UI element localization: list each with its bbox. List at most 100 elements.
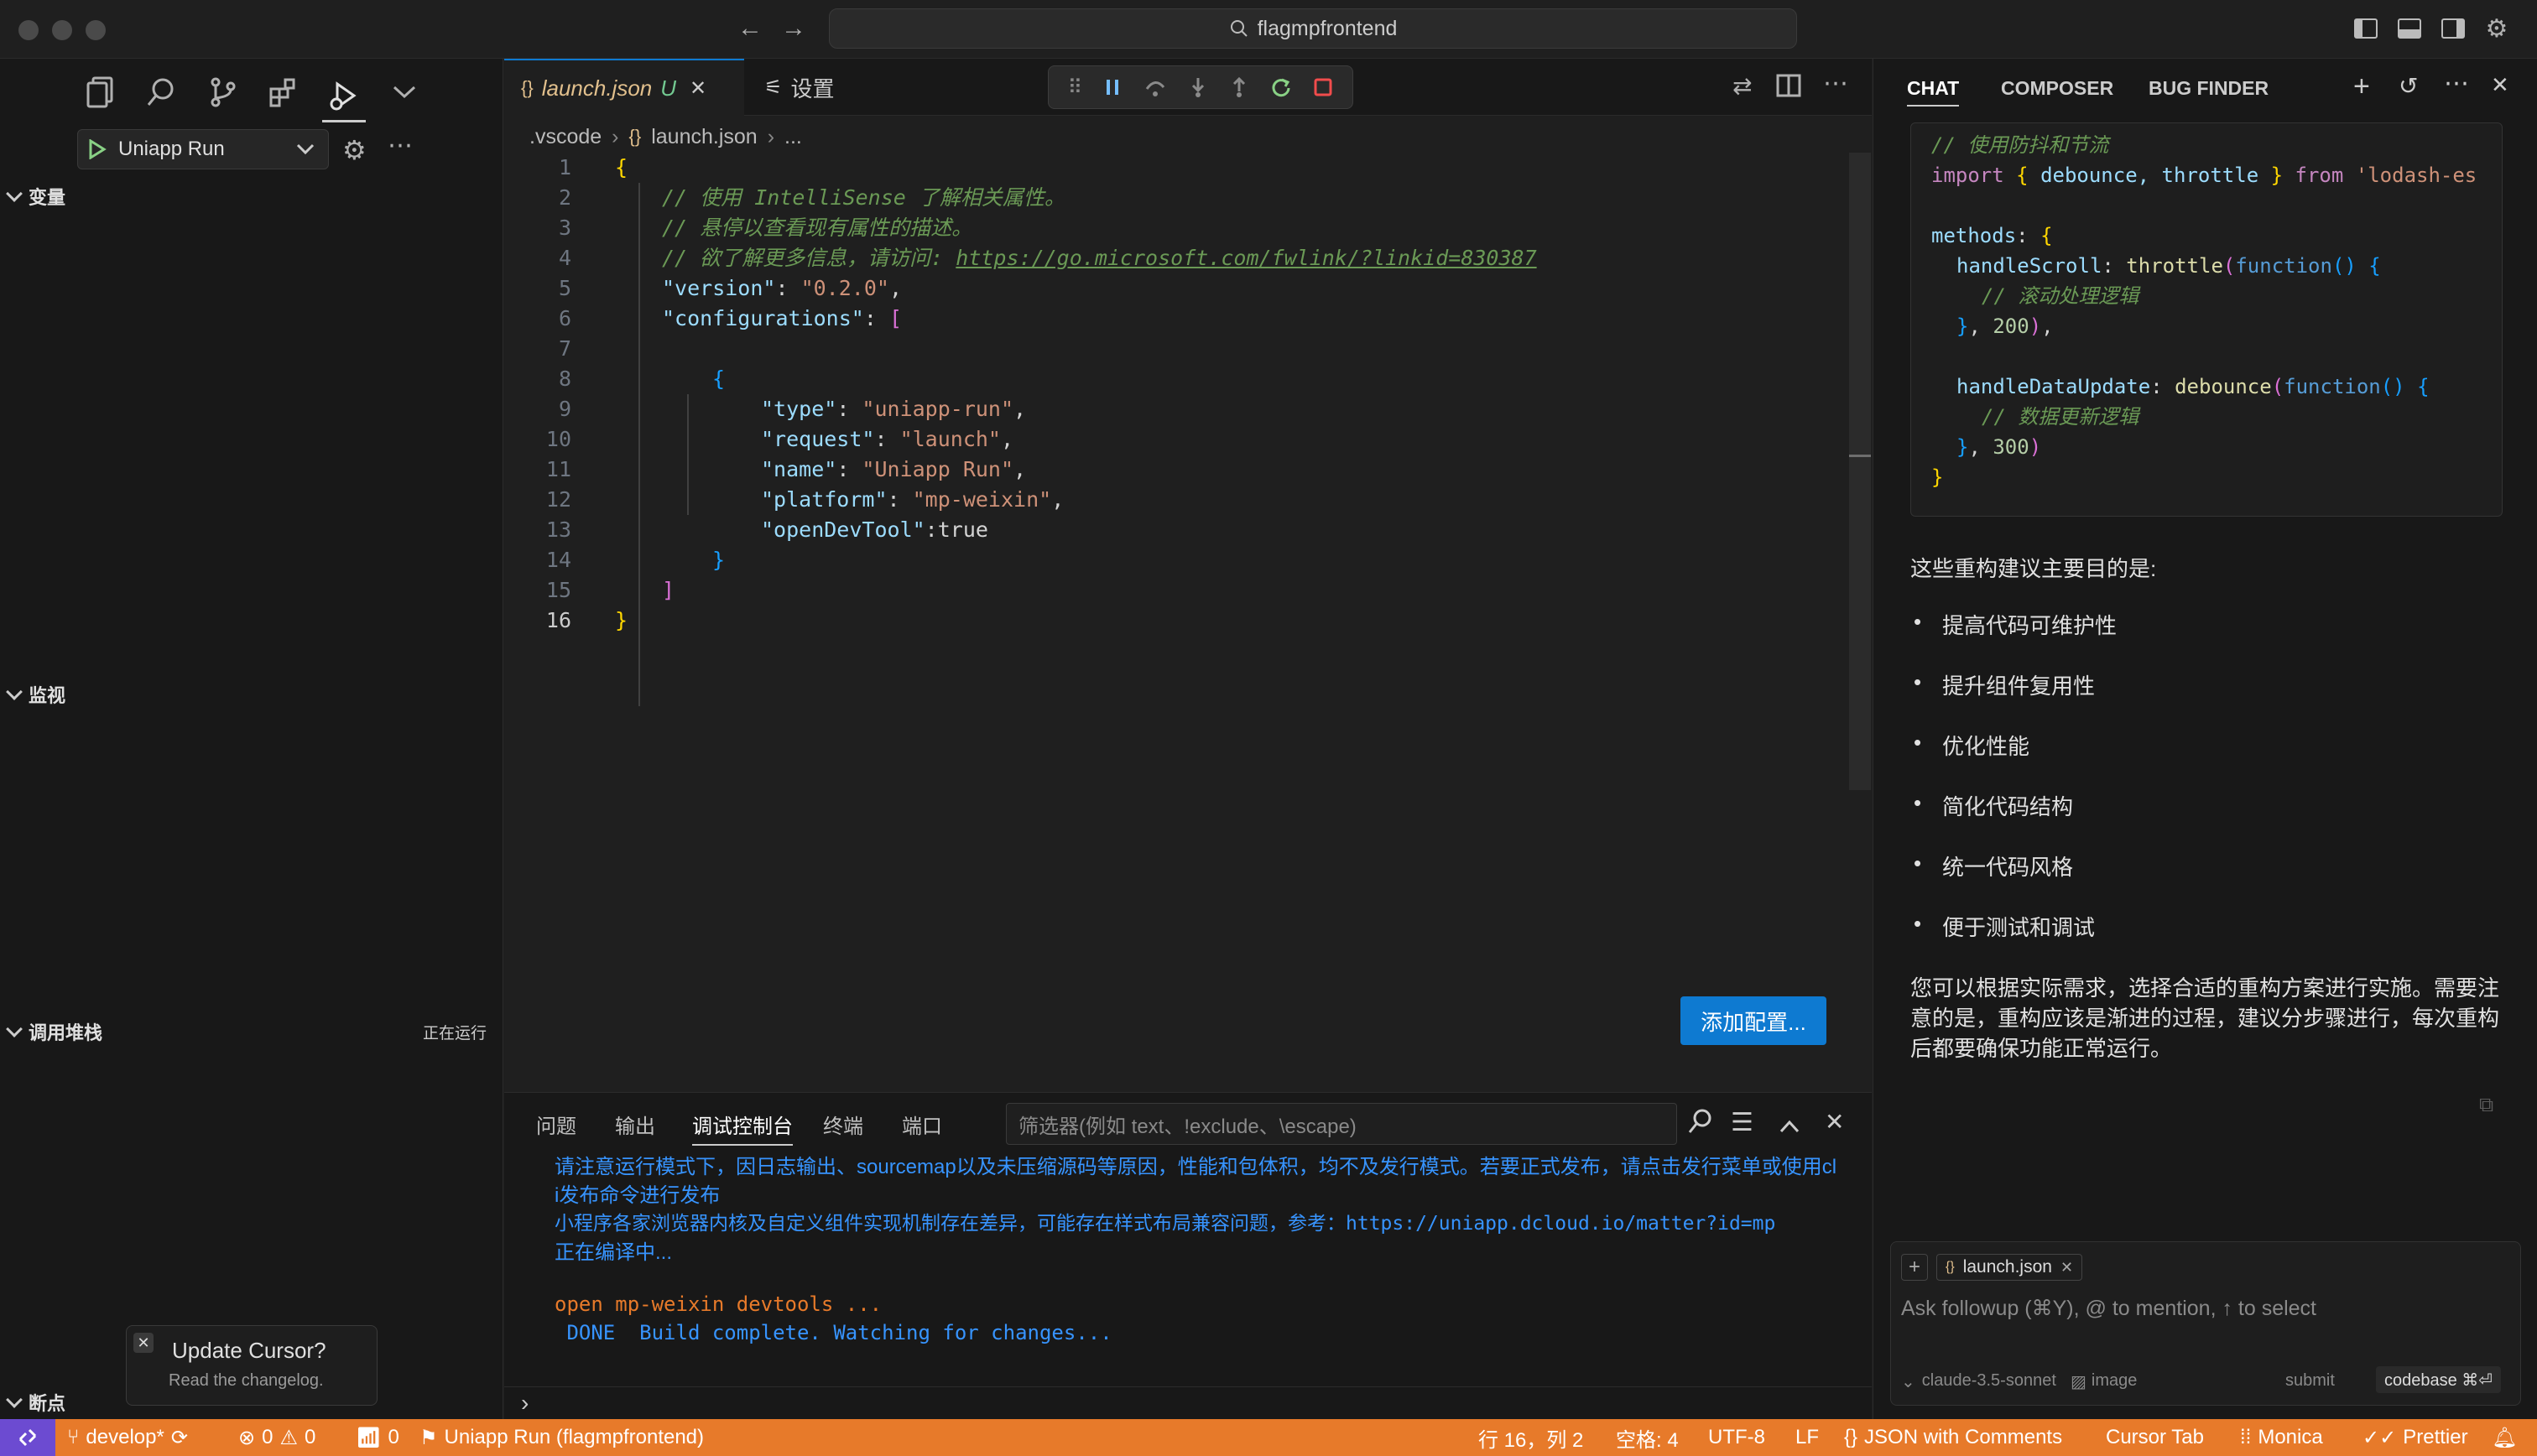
editor-scrollbar[interactable] [1849,153,1871,790]
git-branch-status[interactable]: ⑂ develop* ⟳ [67,1419,188,1456]
more-actions-icon[interactable]: ⋯ [2444,69,2469,98]
indentation-status[interactable]: 空格: 4 [1616,1419,1679,1456]
clear-console-icon[interactable]: ☰ [1731,1108,1753,1137]
tab-bug-finder[interactable]: BUG FINDER [2149,77,2269,100]
console-prompt-chevron-icon[interactable]: › [521,1390,529,1417]
history-icon[interactable]: ↺ [2399,72,2418,100]
add-configuration-button[interactable]: 添加配置... [1680,996,1826,1045]
breakpoints-section-header[interactable]: 断点 [6,1389,65,1416]
source-control-icon[interactable] [201,70,245,114]
compare-changes-icon[interactable]: ⇄ [1732,72,1752,100]
toggle-secondary-sidebar-icon[interactable] [2438,13,2468,44]
variables-section-header[interactable]: 变量 [6,183,65,210]
update-cursor-toast[interactable]: ✕ Update Cursor? Read the changelog. [126,1325,378,1406]
tab-output[interactable]: 输出 [615,1110,655,1139]
back-arrow-icon[interactable]: ← [735,13,765,44]
tab-settings[interactable]: ⚟ 设置 [748,59,852,116]
chevron-right-icon: › [767,124,775,148]
stop-icon[interactable] [1313,77,1333,97]
restart-icon[interactable] [1270,76,1292,98]
untracked-badge: U [660,75,677,101]
step-into-icon[interactable] [1188,76,1208,98]
monica-status[interactable]: ⁞⁞ Monica [2240,1419,2323,1456]
settings-gear-icon[interactable]: ⚙ [2482,13,2512,44]
tab-ports[interactable]: 端口 [902,1110,942,1139]
prettier-status[interactable]: ✓✓ Prettier [2362,1419,2468,1456]
gear-icon[interactable]: ⚙ [342,134,367,166]
ai-chat-panel: CHAT COMPOSER BUG FINDER + ↺ ⋯ ✕ // 使用防抖… [1873,59,2537,1419]
run-configuration-select[interactable]: Uniapp Run [77,129,329,169]
title-bar: ← → flagmpfrontend ⚙ [0,0,2537,59]
model-selector[interactable]: ⌄ claude-3.5-sonnet [1901,1371,2056,1392]
console-line: open mp-weixin devtools ... [555,1292,883,1316]
minimize-window-button[interactable] [52,20,72,40]
search-icon[interactable] [139,70,183,114]
drag-handle-icon[interactable]: ⠿ [1068,75,1083,100]
explorer-icon[interactable] [79,70,122,114]
pause-icon[interactable] [1103,77,1122,97]
docs-link[interactable]: https://go.microsoft.com/fwlink/?linkid=… [956,246,1536,270]
step-out-icon[interactable] [1229,76,1249,98]
more-actions-icon[interactable]: ⋯ [388,131,413,160]
submit-button[interactable]: submit [2285,1371,2335,1391]
chat-conclusion-line: 您可以根据实际需求，选择合适的重构方案进行实施。需要注 [1910,975,2500,1001]
cursor-tab-status[interactable]: Cursor Tab [2106,1419,2204,1456]
context-chip[interactable]: {} launch.json ✕ [1936,1254,2083,1281]
call-stack-status: 正在运行 [422,1024,487,1043]
indent-guide [638,183,640,706]
extensions-icon[interactable] [262,70,305,114]
remote-indicator-icon[interactable] [0,1419,55,1456]
tab-chat[interactable]: CHAT [1907,77,1960,107]
breadcrumb-item[interactable]: ... [784,125,802,149]
remove-context-icon[interactable]: ✕ [2060,1259,2073,1277]
tab-terminal[interactable]: 终端 [823,1110,863,1139]
toggle-panel-icon[interactable] [2394,13,2425,44]
chat-followup-input[interactable]: Ask followup (⌘Y), @ to mention, ↑ to se… [1901,1296,2505,1321]
image-attach-button[interactable]: ▨ image [2071,1371,2137,1392]
close-window-button[interactable] [18,20,39,40]
step-over-icon[interactable] [1143,77,1167,97]
split-editor-icon[interactable] [1776,74,1801,103]
language-mode-status[interactable]: {} JSON with Comments [1844,1419,2062,1456]
maximize-panel-chevron-icon[interactable] [1779,1113,1800,1139]
close-tab-icon[interactable]: ✕ [690,76,706,101]
chevron-down-icon [6,684,23,700]
more-actions-icon[interactable]: ⋯ [1823,69,1848,98]
close-panel-icon[interactable]: ✕ [1825,1108,1844,1136]
encoding-status[interactable]: UTF-8 [1708,1419,1765,1456]
eol-status[interactable]: LF [1795,1419,1819,1456]
close-icon[interactable]: ✕ [133,1333,154,1353]
cursor-position-status[interactable]: 行 16，列 2 [1478,1419,1583,1456]
command-center-search[interactable]: flagmpfrontend [829,8,1797,49]
chevron-right-icon: › [612,124,619,148]
tab-composer[interactable]: COMPOSER [2001,77,2113,100]
notifications-bell-icon[interactable]: 🔔︎ [2492,1419,2517,1456]
add-context-plus-icon[interactable]: + [1901,1254,1928,1281]
breadcrumb-item[interactable]: .vscode [529,125,602,149]
tab-launch-json[interactable]: {} launch.json U ✕ [504,59,744,116]
call-stack-section-header[interactable]: 调用堆栈 正在运行 [6,1018,487,1045]
new-chat-plus-icon[interactable]: + [2353,70,2370,103]
tab-debug-console[interactable]: 调试控制台 [692,1110,793,1146]
ports-status[interactable]: 📶︎ 0 [356,1419,399,1456]
close-icon[interactable]: ✕ [2491,72,2509,98]
copy-icon[interactable]: ⧉ [2479,1094,2493,1117]
problems-status[interactable]: ⊗ 0 ⚠ 0 [238,1419,315,1456]
more-views-chevron-icon[interactable] [383,70,426,114]
breadcrumb-item[interactable]: launch.json [651,125,757,149]
start-debugging-icon[interactable] [88,139,107,159]
forward-arrow-icon[interactable]: → [779,13,809,44]
json-file-icon: {} [521,77,534,98]
tab-problems[interactable]: 问题 [536,1110,576,1139]
sync-icon: ⟳ [170,1426,188,1449]
maximize-window-button[interactable] [86,20,106,40]
run-debug-icon[interactable] [322,70,366,122]
debug-console-filter-input[interactable]: 筛选器(例如 text、!exclude、\escape) [1006,1103,1677,1145]
codebase-button[interactable]: codebase ⌘⏎ [2376,1366,2502,1393]
toggle-primary-sidebar-icon[interactable] [2351,13,2381,44]
search-icon[interactable] [1687,1108,1714,1141]
tab-label: 设置 [790,75,835,101]
watch-section-header[interactable]: 监视 [6,681,65,708]
toast-subtitle[interactable]: Read the changelog. [169,1371,324,1391]
debug-target-status[interactable]: ⚑ Uniapp Run (flagmpfrontend) [419,1419,704,1456]
